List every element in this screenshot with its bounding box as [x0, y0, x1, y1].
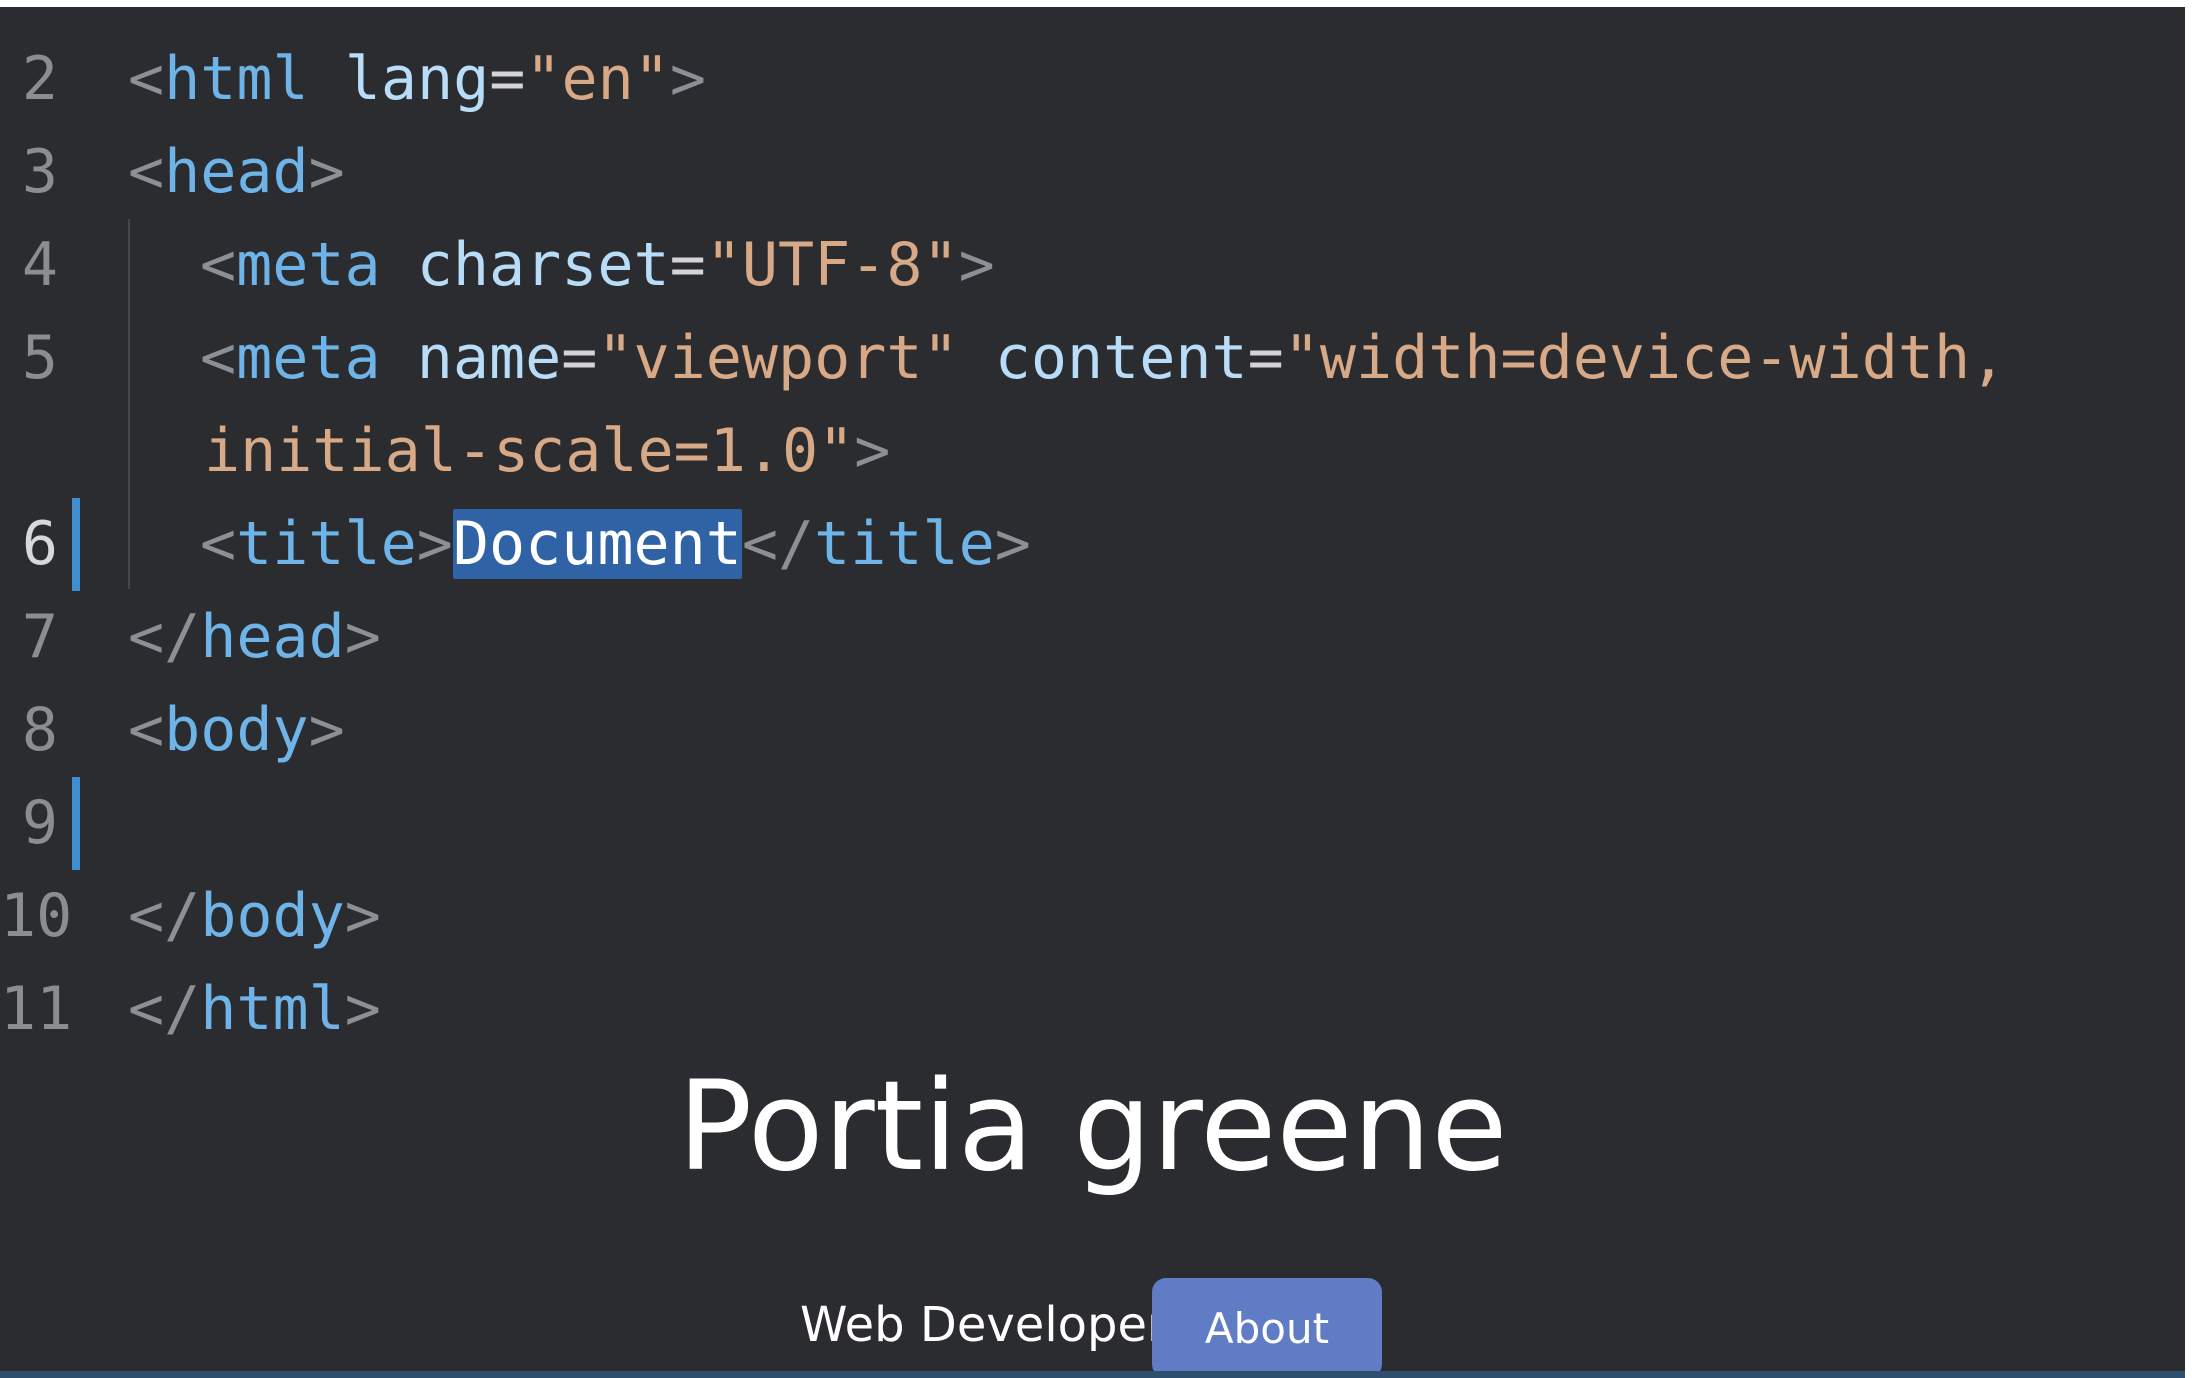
code-token: <	[128, 44, 165, 114]
code-token: "width=device-width,	[1283, 323, 2007, 393]
code-token: >	[994, 509, 1031, 579]
code-token: >	[854, 416, 891, 486]
code-token: </	[128, 974, 201, 1044]
code-token: =	[561, 323, 598, 393]
code-line[interactable]: <body>	[128, 684, 345, 777]
code-token: html	[200, 974, 345, 1044]
code-token: >	[308, 695, 345, 765]
code-line[interactable]: <meta charset="UTF-8">	[200, 219, 995, 312]
code-token: =	[1247, 323, 1284, 393]
screen: 2 3 4 5 6 7 8 9 10 11 <html lang="en"> <…	[0, 0, 2192, 1378]
code-line[interactable]: <title>Document</title>	[200, 498, 1031, 591]
line-number-active: 6	[21, 509, 58, 579]
code-token: "en"	[525, 44, 670, 114]
code-token: </	[128, 881, 201, 951]
code-editor[interactable]: 2 3 4 5 6 7 8 9 10 11 <html lang="en"> <…	[0, 7, 2185, 1378]
code-line[interactable]: </body>	[128, 870, 381, 963]
line-number: 7	[21, 602, 58, 672]
code-token: =	[669, 230, 706, 300]
code-token: >	[308, 137, 345, 207]
code-token: "UTF-8"	[705, 230, 959, 300]
code-token: title	[236, 509, 417, 579]
code-token: <	[128, 695, 165, 765]
code-token: <	[200, 230, 237, 300]
code-line-wrapped[interactable]: initial-scale=1.0">	[204, 405, 890, 498]
about-button[interactable]: About	[1152, 1278, 1382, 1378]
line-number: 5	[21, 323, 58, 393]
code-line[interactable]: <head>	[128, 126, 345, 219]
code-token: <	[200, 323, 237, 393]
code-token: >	[344, 974, 381, 1044]
line-number: 2	[21, 44, 58, 114]
code-token: </	[128, 602, 201, 672]
line-number: 10	[0, 881, 73, 951]
preview-heading: Portia greene	[677, 1055, 1508, 1199]
code-token: >	[958, 230, 995, 300]
code-token: "viewport"	[597, 323, 959, 393]
code-token: initial-scale=1.0"	[204, 416, 855, 486]
line-number: 4	[21, 230, 58, 300]
line-number: 9	[21, 788, 58, 858]
code-token: body	[164, 695, 309, 765]
code-token: title	[814, 509, 995, 579]
status-edge	[0, 1371, 2185, 1378]
code-token: =	[489, 44, 526, 114]
code-token: </	[741, 509, 815, 579]
indent-guide	[128, 219, 130, 589]
code-token: <	[200, 509, 237, 579]
code-line[interactable]: <html lang="en">	[128, 33, 706, 126]
modified-line-marker	[72, 777, 80, 870]
code-token: >	[344, 881, 381, 951]
code-line[interactable]: <meta name="viewport" content="width=dev…	[200, 312, 2006, 405]
code-token: body	[200, 881, 345, 951]
line-number: 3	[21, 137, 58, 207]
preview-subtitle: Web Developer	[800, 1297, 1167, 1353]
code-token: lang	[344, 44, 490, 114]
code-token: content	[994, 323, 1248, 393]
selected-text: Document	[452, 509, 742, 579]
line-number: 8	[21, 695, 58, 765]
window-edge	[2185, 0, 2192, 1378]
code-token: html	[164, 44, 309, 114]
code-token: >	[344, 602, 381, 672]
code-token: >	[416, 509, 453, 579]
code-token: head	[164, 137, 309, 207]
code-token: <	[128, 137, 165, 207]
code-token: meta	[236, 323, 381, 393]
code-token: name	[416, 323, 562, 393]
code-token: meta	[236, 230, 381, 300]
code-token: >	[669, 44, 706, 114]
code-token: charset	[416, 230, 670, 300]
code-line[interactable]: </head>	[128, 591, 381, 684]
code-token: head	[200, 602, 345, 672]
modified-line-marker	[72, 498, 80, 591]
